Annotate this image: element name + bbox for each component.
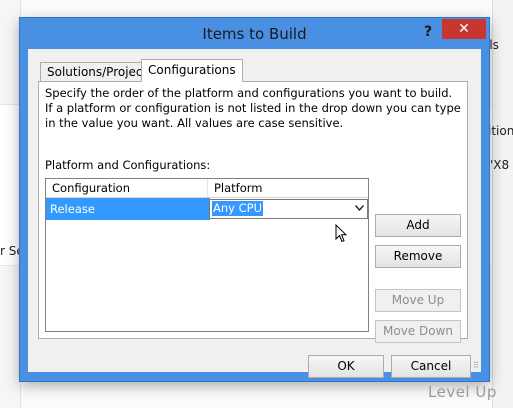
panel-description: Specify the order of the platform and co… <box>45 86 461 130</box>
dialog-client-area: Solutions/Projects Configurations Specif… <box>28 49 481 378</box>
configurations-grid[interactable]: Configuration Platform Release Any CPU <box>45 178 369 332</box>
add-button[interactable]: Add <box>375 214 461 237</box>
column-header-configuration[interactable]: Configuration <box>46 179 208 197</box>
cell-configuration[interactable]: Release <box>46 198 210 220</box>
mouse-cursor-icon <box>335 223 348 246</box>
chevron-down-icon[interactable] <box>353 200 365 218</box>
tab-configurations[interactable]: Configurations <box>141 59 243 82</box>
platform-combobox[interactable]: Any CPU <box>209 199 368 219</box>
move-down-button[interactable]: Move Down <box>375 320 461 343</box>
configurations-panel: Specify the order of the platform and co… <box>38 81 468 343</box>
column-header-platform[interactable]: Platform <box>208 179 367 197</box>
move-up-button[interactable]: Move Up <box>375 289 461 312</box>
watermark: Level Up <box>428 383 497 401</box>
cancel-button[interactable]: Cancel <box>391 355 471 378</box>
remove-button[interactable]: Remove <box>375 245 461 268</box>
platform-configurations-label: Platform and Configurations: <box>45 158 211 172</box>
background-text-x8: 'X8 <box>490 158 510 172</box>
background-text-column: ition <box>488 124 513 138</box>
table-row[interactable]: Release Any CPU <box>46 198 368 220</box>
platform-combobox-value[interactable]: Any CPU <box>212 201 263 216</box>
close-button[interactable]: ✕ <box>442 19 486 39</box>
dialog-titlebar[interactable]: Items to Build ? ✕ <box>20 18 489 48</box>
resize-grip-icon[interactable]: ⠿ <box>473 361 479 370</box>
ok-button[interactable]: OK <box>308 355 384 378</box>
background-right-strip <box>492 0 513 408</box>
items-to-build-dialog: Items to Build ? ✕ Solutions/Projects Co… <box>20 18 489 381</box>
grid-header: Configuration Platform <box>46 179 368 198</box>
help-button[interactable]: ? <box>418 22 438 42</box>
